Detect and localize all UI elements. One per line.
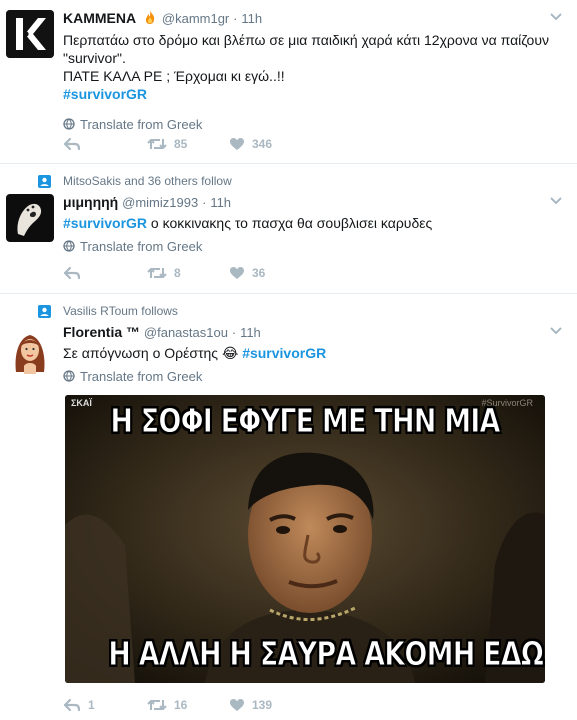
meme-caption-top: Η ΣΟΦΙ ΕΦΥΓΕ ΜΕ ΤΗΝ ΜΙΑ (110, 401, 501, 441)
social-context-label[interactable]: MitsoSakis and 36 others follow (63, 174, 232, 188)
separator-dot: · (233, 11, 238, 26)
social-context: Vasilis RToum follows (38, 304, 178, 318)
like-button[interactable]: 346 (229, 137, 272, 151)
tweet[interactable]: Vasilis RToum follows Florentia ™ @fanas… (0, 294, 577, 720)
reply-button[interactable]: 1 (63, 698, 147, 712)
meme-caption-bottom: Η ΑΛΛΗ Η ΣΑΥΡΑ ΑΚΟΜΗ ΕΔΩ (108, 634, 545, 674)
hashtag-link[interactable]: #survivorGR (63, 86, 147, 102)
translate-label: Translate from Greek (80, 116, 203, 132)
timestamp[interactable]: 11h (240, 325, 261, 340)
retweet-count: 8 (174, 266, 181, 280)
globe-icon (63, 118, 75, 130)
tweet[interactable]: ΚΑΜΜΕΝΑ @kamm1gr · 11h Περπατάω στο δρόμ… (0, 0, 577, 164)
author-name[interactable]: ΚΑΜΜΕΝΑ (63, 10, 136, 26)
retweet-icon (147, 139, 167, 149)
translate-link[interactable]: Translate from Greek (63, 238, 565, 254)
tweet-text-body: Σε απόγνωση ο Ορέστης (63, 345, 222, 361)
hashtag-link[interactable]: #survivorGR (63, 215, 147, 231)
avatar[interactable] (6, 194, 54, 242)
author-name[interactable]: μιμηηηή (63, 194, 118, 210)
tweet-text-body: ο κοκκινακης το πασχα θα σουβλισει καρυδ… (147, 215, 433, 231)
author-handle[interactable]: @kamm1gr (162, 11, 229, 26)
like-button[interactable]: 139 (229, 698, 272, 712)
translate-link[interactable]: Translate from Greek (63, 116, 565, 132)
avatar[interactable] (6, 326, 54, 374)
avatar[interactable] (6, 10, 54, 58)
retweet-button[interactable]: 85 (147, 137, 229, 151)
retweet-count: 85 (174, 137, 188, 151)
timestamp[interactable]: 11h (210, 195, 231, 210)
user-follow-icon (38, 304, 51, 318)
author-name[interactable]: Florentia ™ (63, 324, 140, 340)
tweet-text-line: ΠΑΤΕ ΚΑΛΑ ΡΕ ; Έρχομαι κι εγώ..!! (63, 68, 285, 84)
reply-icon (63, 266, 81, 280)
translate-label: Translate from Greek (80, 368, 203, 384)
social-context: MitsoSakis and 36 others follow (38, 174, 232, 188)
reply-button[interactable] (63, 266, 147, 280)
timestamp[interactable]: 11h (241, 11, 262, 26)
heart-icon (230, 699, 244, 711)
tweet-text-line: Περπατάω στο δρόμο και βλέπω σε μια παιδ… (63, 32, 549, 66)
globe-icon (63, 370, 75, 382)
heart-icon (230, 267, 244, 279)
retweet-icon (147, 268, 167, 278)
like-count: 36 (252, 266, 266, 280)
user-follow-icon (38, 174, 51, 188)
meme-channel-logo: ΣΚΑΪ (71, 398, 92, 408)
retweet-button[interactable]: 8 (147, 266, 229, 280)
retweet-count: 16 (174, 698, 188, 712)
avatar-image (6, 194, 54, 242)
laughing-emoji-icon: 😂 (221, 345, 239, 361)
tweet-text: Σε απόγνωση ο Ορέστης 😂 #survivorGR (63, 344, 565, 362)
translate-link[interactable]: Translate from Greek (63, 368, 565, 384)
fire-icon (142, 9, 158, 29)
tweet-text: Περπατάω στο δρόμο και βλέπω σε μια παιδ… (63, 31, 565, 103)
retweet-icon (147, 700, 167, 710)
author-handle[interactable]: @mimiz1993 (122, 195, 198, 210)
avatar-image (6, 326, 54, 374)
tweet[interactable]: MitsoSakis and 36 others follow μιμηηηή … (0, 164, 577, 294)
reply-count: 1 (88, 698, 95, 712)
reply-icon (63, 137, 81, 151)
author-handle[interactable]: @fanastas1ou (144, 325, 228, 340)
heart-icon (230, 138, 244, 150)
social-context-label[interactable]: Vasilis RToum follows (63, 304, 178, 318)
globe-icon (63, 240, 75, 252)
hashtag-link[interactable]: #survivorGR (242, 345, 326, 361)
reply-button[interactable] (63, 137, 147, 151)
kammena-logo (6, 10, 54, 58)
separator-dot: · (202, 195, 207, 210)
like-count: 346 (252, 137, 273, 151)
reply-icon (63, 698, 81, 712)
translate-label: Translate from Greek (80, 238, 203, 254)
like-button[interactable]: 36 (229, 266, 265, 280)
like-count: 139 (252, 698, 273, 712)
tweet-media-image[interactable]: ΣΚΑΪ #SurvivorGR Η ΣΟΦΙ ΕΦΥΓΕ ΜΕ ΤΗΝ ΜΙΑ… (65, 395, 545, 683)
retweet-button[interactable]: 16 (147, 698, 229, 712)
tweet-text: #survivorGR ο κοκκινακης το πασχα θα σου… (63, 214, 565, 232)
separator-dot: · (231, 325, 237, 340)
